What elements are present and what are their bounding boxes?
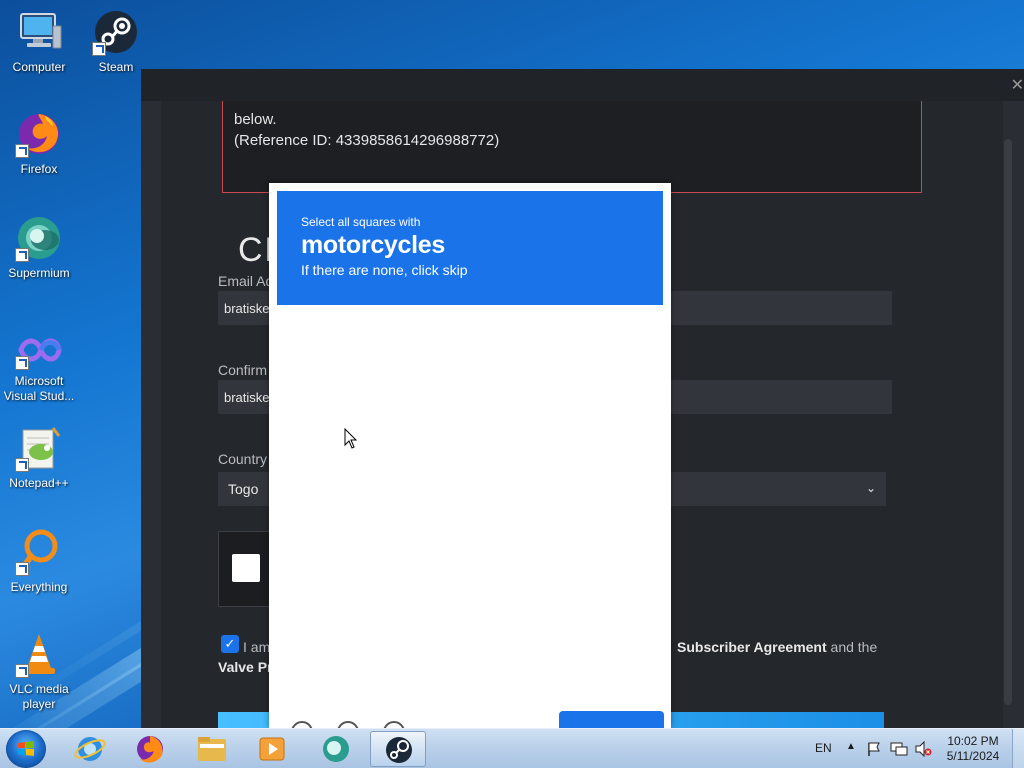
steam-icon [386, 737, 412, 763]
close-icon[interactable]: ✕ [1011, 75, 1024, 95]
taskbar: EN ▲ 10:02 PM 5/11/2024 [0, 728, 1024, 768]
privacy-link[interactable]: Valve Pr [218, 659, 273, 675]
language-indicator[interactable]: EN [815, 741, 832, 755]
show-desktop-button[interactable] [1012, 729, 1024, 768]
captcha-tile[interactable] [374, 505, 469, 600]
internet-explorer-icon [74, 737, 106, 761]
chevron-down-icon: ⌄ [865, 481, 876, 495]
computer-icon [15, 8, 63, 56]
captcha-tile[interactable] [277, 407, 372, 502]
error-line: below. [234, 111, 277, 128]
captcha-tile[interactable] [568, 310, 663, 405]
desktop-icon-label: Notepad++ [9, 476, 69, 490]
agree-checkbox[interactable]: ✓ [221, 635, 239, 653]
desktop-icon-vlc[interactable]: VLC media player [0, 630, 78, 712]
taskbar-firefox[interactable] [122, 731, 178, 767]
steam-icon [92, 8, 140, 56]
desktop-icon-label: Microsoft Visual Stud... [3, 374, 75, 403]
captcha-tile[interactable] [471, 602, 566, 697]
captcha-checkbox[interactable] [232, 554, 260, 582]
window-titlebar [141, 69, 1024, 101]
captcha-prompt: Select all squares with motorcycles If t… [277, 191, 663, 305]
captcha-challenge: Select all squares with motorcycles If t… [269, 183, 671, 743]
desktop-icon-label: Computer [12, 60, 66, 74]
captcha-tile[interactable] [471, 310, 566, 405]
captcha-grid [277, 310, 663, 697]
subscriber-agreement-link[interactable]: Subscriber Agreement [677, 639, 827, 655]
volume-muted-icon[interactable] [914, 741, 932, 757]
captcha-tile[interactable] [277, 602, 372, 697]
taskbar-supermium[interactable] [308, 731, 364, 767]
taskbar-internet-explorer[interactable] [62, 731, 118, 767]
chevron-up-icon[interactable]: ▲ [846, 741, 856, 752]
captcha-tile[interactable] [374, 407, 469, 502]
supermium-icon [323, 736, 349, 762]
desktop-icon-firefox[interactable]: Firefox [0, 110, 78, 177]
captcha-tile[interactable] [374, 602, 469, 697]
taskbar-file-explorer[interactable] [184, 731, 240, 767]
desktop-icon-computer[interactable]: Computer [0, 8, 78, 75]
start-button[interactable] [6, 730, 46, 768]
captcha-tile[interactable] [568, 505, 663, 600]
desktop-icon-label: VLC media player [9, 682, 69, 711]
confirm-email-label: Confirm [218, 362, 268, 378]
captcha-footer [277, 703, 664, 743]
captcha-tile[interactable] [471, 407, 566, 502]
taskbar-media-player[interactable] [244, 731, 300, 767]
captcha-tile[interactable] [277, 310, 372, 405]
error-message: below. (Reference ID: 433985861429698877… [222, 101, 922, 193]
supermium-icon [15, 214, 63, 262]
taskbar-steam[interactable] [370, 731, 426, 767]
scrollbar[interactable] [1004, 139, 1012, 705]
vlc-icon [15, 630, 63, 678]
email-label: Email Ad [218, 273, 274, 289]
file-explorer-icon [198, 737, 226, 761]
desktop-icon-label: Firefox [20, 162, 58, 176]
system-clock[interactable]: 10:02 PM 5/11/2024 [942, 734, 1004, 764]
windows-logo-icon [18, 741, 34, 756]
desktop-icon-everything[interactable]: Everything [0, 528, 78, 595]
captcha-tile[interactable] [568, 602, 663, 697]
media-player-icon [259, 737, 285, 761]
captcha-target: motorcycles [301, 231, 445, 259]
captcha-tile[interactable] [374, 310, 469, 405]
firefox-icon [137, 736, 163, 763]
agree-text-right: Subscriber Agreement and the [677, 639, 878, 655]
network-icon[interactable] [890, 741, 908, 757]
desktop-icon-vscode[interactable]: Microsoft Visual Stud... [0, 330, 78, 404]
everything-icon [15, 528, 63, 576]
mouse-cursor-icon [344, 428, 358, 449]
desktop-icon-supermium[interactable]: Supermium [0, 214, 78, 281]
country-label: Country [218, 451, 268, 467]
captcha-tile[interactable] [277, 505, 372, 600]
desktop-icon-label: Supermium [8, 266, 70, 280]
reference-id: (Reference ID: 4339858614296988772) [234, 132, 500, 149]
notepadpp-icon [15, 424, 63, 472]
country-value: Togo [228, 481, 259, 497]
captcha-tile[interactable] [568, 407, 663, 502]
vscode-icon [15, 330, 63, 370]
captcha-skip-hint: If there are none, click skip [301, 262, 468, 278]
captcha-tile[interactable] [471, 505, 566, 600]
agree-text: I am [243, 639, 271, 655]
firefox-icon [15, 110, 63, 158]
desktop-icon-steam[interactable]: Steam [77, 8, 155, 75]
clock-time: 10:02 PM [947, 734, 999, 748]
desktop-icon-label: Everything [10, 580, 68, 594]
desktop-icon-notepadpp[interactable]: Notepad++ [0, 424, 78, 491]
flag-icon[interactable] [866, 741, 882, 757]
clock-date: 5/11/2024 [946, 749, 1000, 763]
captcha-instruction: Select all squares with [301, 215, 421, 229]
